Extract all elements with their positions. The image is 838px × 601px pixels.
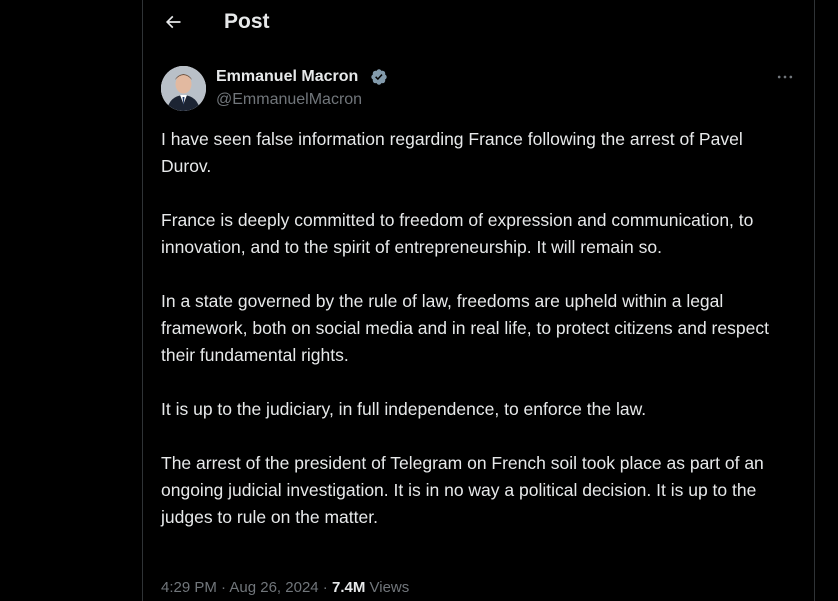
meta-separator: ·	[216, 579, 230, 596]
post-date[interactable]: Aug 26, 2024	[229, 579, 318, 596]
post-paragraph: In a state governed by the rule of law, …	[161, 291, 769, 365]
author-handle[interactable]: @EmmanuelMacron	[216, 90, 362, 110]
meta-separator: ·	[318, 579, 332, 596]
views-label: Views	[365, 579, 410, 596]
page-title: Post	[224, 10, 270, 33]
verified-badge-icon	[371, 69, 387, 85]
more-horizontal-icon	[777, 75, 793, 79]
post-paragraph: France is deeply committed to freedom of…	[161, 210, 754, 257]
views-count[interactable]: 7.4M	[332, 579, 365, 596]
post-metadata: 4:29 PM · Aug 26, 2024 · 7.4M Views	[161, 577, 409, 599]
post-paragraph: I have seen false information regarding …	[161, 129, 743, 176]
profile-photo	[161, 66, 206, 111]
avatar[interactable]	[161, 66, 206, 111]
more-options-button[interactable]	[771, 66, 799, 88]
post-paragraph: The arrest of the president of Telegram …	[161, 453, 764, 527]
post-time[interactable]: 4:29 PM	[161, 579, 217, 596]
author-name[interactable]: Emmanuel Macron	[216, 67, 358, 87]
post-paragraph: It is up to the judiciary, in full indep…	[161, 399, 647, 419]
post-column: Post Emmanuel Macron @EmmanuelMacron I h…	[142, 0, 815, 601]
post-header: Post	[143, 0, 814, 44]
arrow-left-icon	[165, 15, 181, 29]
post-text: I have seen false information regarding …	[161, 126, 791, 558]
back-button[interactable]	[157, 6, 189, 38]
